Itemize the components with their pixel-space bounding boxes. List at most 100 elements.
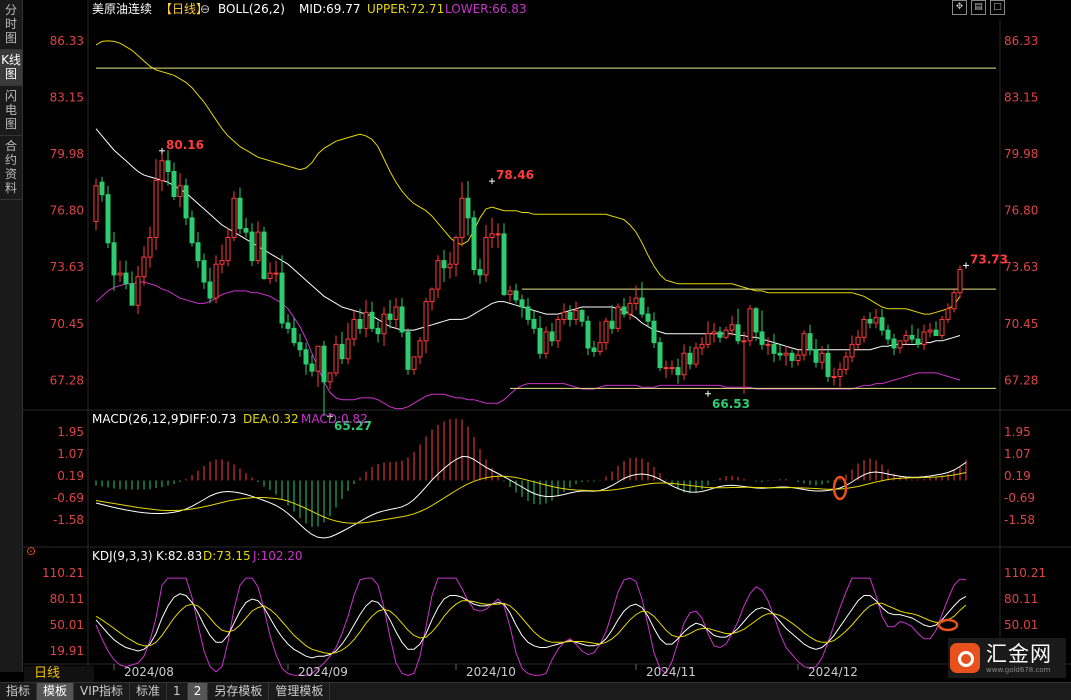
y-tick-label-left: 19.91 — [50, 644, 84, 658]
kdj-j-line — [95, 577, 967, 676]
kdj-j-value: J:102.20 — [252, 549, 303, 563]
candle-body — [387, 313, 393, 320]
logo-icon — [950, 643, 980, 673]
candle-body — [393, 306, 399, 320]
x-tick-label: 2024/09 — [298, 665, 348, 679]
boll-upper-value: UPPER:72.71 — [367, 2, 444, 16]
candle-body — [327, 372, 333, 383]
candle-body — [471, 217, 477, 271]
y-tick-label-left: 83.15 — [50, 91, 84, 105]
candle-body — [747, 308, 753, 342]
candle-body — [435, 260, 441, 290]
candle-body — [159, 160, 165, 181]
sidebar-item-contract-info[interactable]: 合约资料 — [0, 136, 22, 200]
candle-body — [759, 331, 765, 345]
candle-body — [849, 343, 855, 358]
candle-body — [537, 327, 543, 354]
save-template-button[interactable]: 另存模板 — [208, 683, 270, 700]
settings-icon[interactable]: ⊖ — [200, 2, 210, 16]
candle-body — [801, 333, 807, 356]
candle-body — [705, 333, 711, 345]
candle-body — [375, 327, 381, 335]
kdj-target-icon[interactable]: ⊙ — [26, 544, 36, 558]
y-tick-label-left: 110.21 — [42, 566, 84, 580]
candle-body — [621, 306, 627, 315]
candle-body — [615, 306, 621, 329]
tab-standard[interactable]: 标准 — [130, 683, 168, 700]
panel-dividers — [0, 0, 1071, 682]
candle-body — [675, 367, 681, 376]
y-tick-label-left: 76.80 — [50, 204, 84, 218]
sidebar-item-kline[interactable]: K线图 — [0, 50, 22, 86]
candle-body — [897, 340, 903, 349]
candle-body — [441, 260, 447, 269]
candle-body — [117, 272, 123, 276]
candle-body — [699, 343, 705, 349]
candle-body — [411, 356, 417, 370]
candle-body — [249, 231, 255, 262]
candle-body — [567, 311, 573, 320]
candle-body — [129, 283, 135, 306]
kdj-highlight-ellipse — [937, 618, 959, 632]
tab-indicators[interactable]: 指标 — [0, 683, 38, 700]
candle-body — [855, 336, 861, 345]
window-icon[interactable]: ▤ — [971, 0, 986, 15]
y-tick-label-right: 73.63 — [1004, 260, 1038, 274]
candle-body — [339, 343, 345, 360]
candle-body — [525, 306, 531, 320]
extreme-price-label: 78.46 — [496, 168, 534, 182]
expand-icon[interactable]: ✥ — [952, 0, 967, 15]
candle-body — [909, 334, 915, 340]
y-tick-label-right: 86.33 — [1004, 34, 1038, 48]
tab-page-2[interactable]: 2 — [187, 683, 209, 700]
candle-body — [933, 329, 939, 336]
y-tick-label-left: 1.95 — [57, 425, 84, 439]
candle-body — [477, 269, 483, 276]
maximize-icon[interactable]: □ — [990, 0, 1005, 15]
price-header: 美原油连续 【日线】 ⊖ BOLL(26,2) MID:69.77 UPPER:… — [92, 1, 527, 16]
manage-templates-button[interactable]: 管理模板 — [269, 683, 331, 700]
candle-body — [711, 331, 717, 335]
sidebar-item-time-chart[interactable]: 分时图 — [0, 0, 22, 50]
candle-body — [123, 272, 129, 285]
candle-body — [273, 272, 279, 275]
candle-body — [519, 299, 525, 308]
candle-body — [543, 331, 549, 354]
kdj-d-line — [95, 600, 967, 655]
candle-body — [501, 233, 507, 295]
period-selector[interactable]: 日线 — [24, 666, 94, 682]
candle-body — [429, 288, 435, 303]
candle-body — [789, 352, 795, 361]
sidebar: 分时图 K线图 闪电图 合约资料 — [0, 0, 23, 672]
candle-body — [483, 236, 489, 276]
candle-body — [303, 349, 309, 365]
y-tick-label-right: 80.11 — [1004, 592, 1038, 606]
candle-body — [93, 185, 99, 222]
candle-body — [777, 352, 783, 356]
tab-page-1[interactable]: 1 — [167, 683, 188, 700]
kdj-title: KDJ(9,3,3) — [92, 549, 153, 563]
y-tick-label-right: 0.19 — [1004, 469, 1031, 483]
candle-body — [597, 342, 603, 353]
candle-body — [147, 236, 153, 258]
candle-body — [351, 318, 357, 340]
candle-body — [345, 338, 351, 360]
candle-body — [531, 318, 537, 329]
macd-hist-value: MACD:0.82 — [301, 412, 368, 426]
candle-body — [609, 320, 615, 329]
candle-body — [591, 347, 597, 353]
sidebar-item-flash-chart[interactable]: 闪电图 — [0, 86, 22, 136]
candle-body — [693, 347, 699, 365]
boll-mid-value: MID:69.77 — [299, 2, 361, 16]
candle-body — [453, 236, 459, 265]
y-tick-label-left: -1.58 — [53, 513, 84, 527]
tab-vip-indicators[interactable]: VIP指标 — [74, 683, 131, 700]
tab-templates[interactable]: 模板 — [37, 683, 75, 700]
x-tick-label: 2024/12 — [808, 665, 858, 679]
chart-canvas[interactable]: 86.33 86.33 83.15 83.15 79.98 79.98 76.80 76.80… — [0, 0, 1071, 699]
candle-body — [177, 185, 183, 197]
candle-body — [279, 272, 285, 324]
candle-body — [141, 256, 147, 278]
candle-body — [861, 318, 867, 338]
candle-body — [213, 263, 219, 299]
